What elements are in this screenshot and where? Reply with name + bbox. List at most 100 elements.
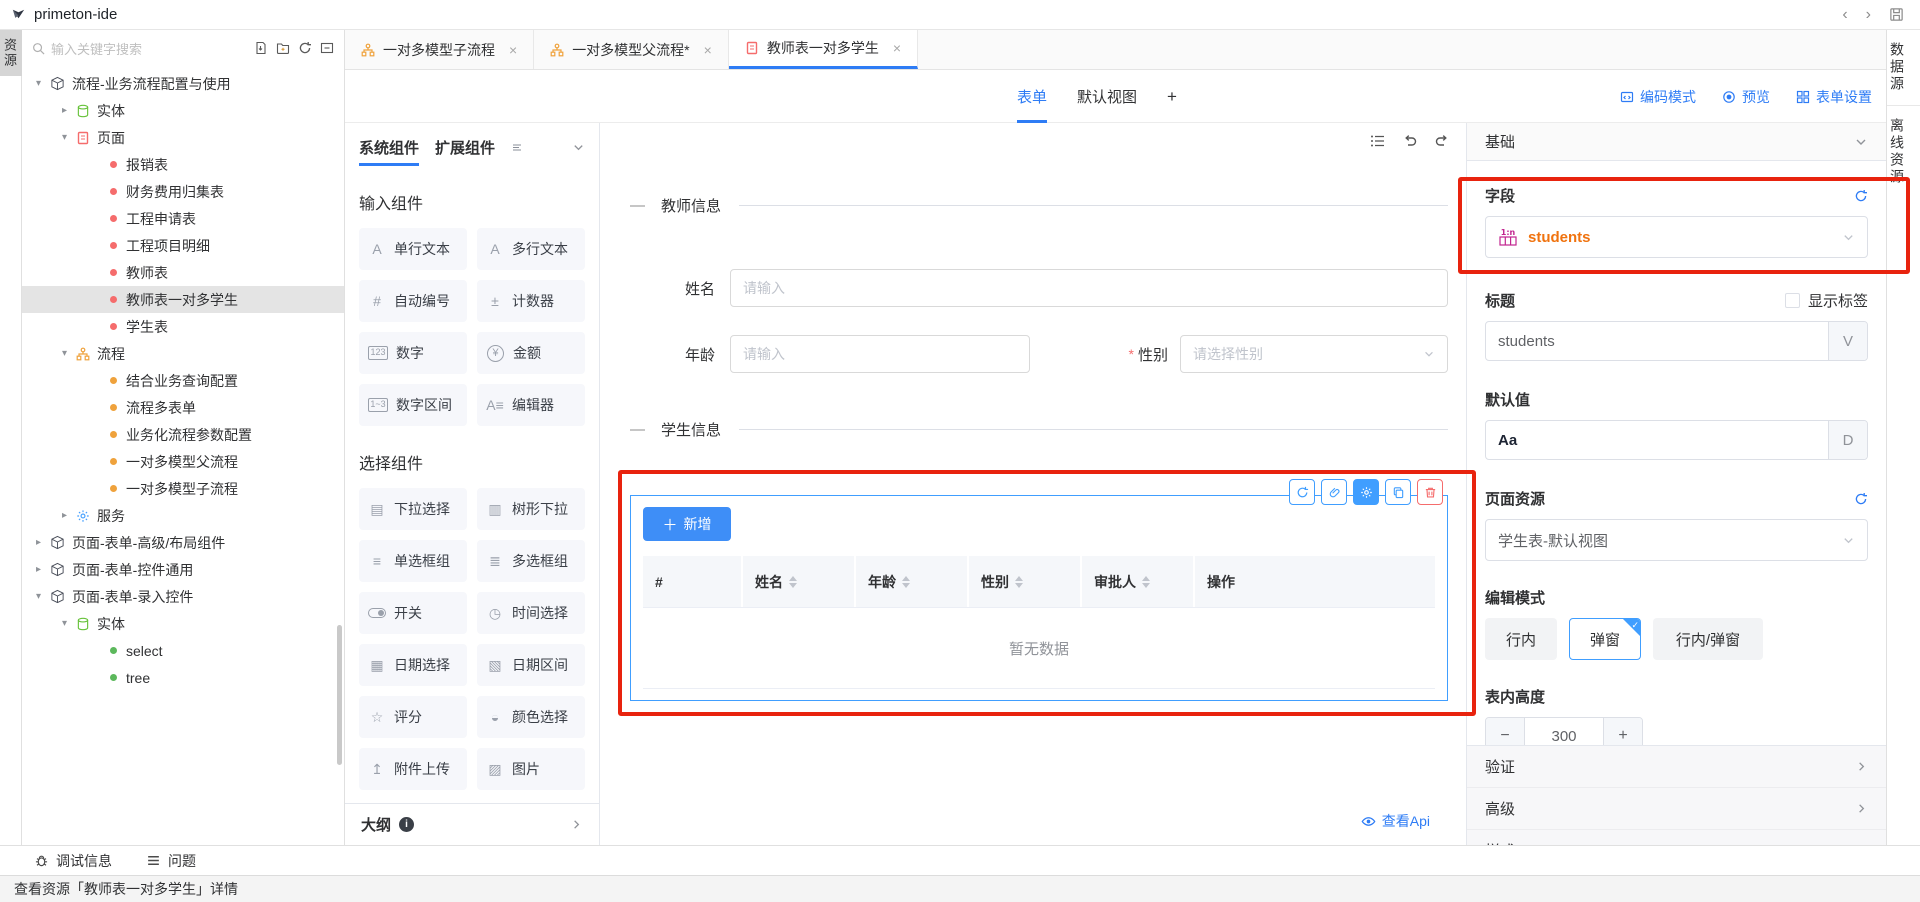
- show-label-checkbox[interactable]: 显示标签: [1785, 290, 1868, 311]
- add-view-button[interactable]: +: [1167, 70, 1177, 123]
- component-chip[interactable]: ☆评分: [359, 696, 467, 738]
- edit-mode-inline-popup[interactable]: 行内/弹窗: [1653, 618, 1763, 660]
- column-header[interactable]: 操作: [1195, 556, 1435, 607]
- component-chip[interactable]: ¥金额: [477, 332, 585, 374]
- column-header-sortable[interactable]: 性别: [969, 556, 1082, 607]
- component-chip[interactable]: 1~3数字区间: [359, 384, 467, 426]
- tree-item[interactable]: ▾流程-业务流程配置与使用: [22, 70, 344, 97]
- tree-item[interactable]: 一对多模型子流程: [22, 475, 344, 502]
- tree-item[interactable]: 财务费用归集表: [22, 178, 344, 205]
- collapse-all-icon[interactable]: [320, 41, 334, 55]
- component-chip[interactable]: ▧日期区间: [477, 644, 585, 686]
- component-chip[interactable]: A≡编辑器: [477, 384, 585, 426]
- new-file-icon[interactable]: [254, 41, 268, 55]
- tree-item[interactable]: 教师表: [22, 259, 344, 286]
- expand-arrow-icon[interactable]: ▸: [62, 510, 76, 521]
- refresh-icon[interactable]: [1854, 189, 1868, 203]
- tree-item[interactable]: ▸服务: [22, 502, 344, 529]
- sort-carets-icon[interactable]: [902, 576, 910, 588]
- nav-back-icon[interactable]: ‹: [1842, 7, 1847, 23]
- column-header-sortable[interactable]: 年龄: [856, 556, 969, 607]
- section-advanced[interactable]: 高级: [1467, 788, 1886, 830]
- tree-item[interactable]: select: [22, 637, 344, 664]
- tab-system-components[interactable]: 系统组件: [359, 128, 419, 166]
- field-select[interactable]: 1:n students: [1485, 216, 1868, 258]
- component-chip[interactable]: ▦日期选择: [359, 644, 467, 686]
- tree-item[interactable]: 业务化流程参数配置: [22, 421, 344, 448]
- tree-item[interactable]: 学生表: [22, 313, 344, 340]
- student-subtable-widget[interactable]: ＋ 新增 # 姓名 年龄 性别 审批人 操作 暂无数据: [630, 495, 1448, 701]
- component-chip[interactable]: 123数字: [359, 332, 467, 374]
- widget-sync-button[interactable]: [1289, 479, 1315, 505]
- component-chip[interactable]: ▤下拉选择: [359, 488, 467, 530]
- tree-item[interactable]: 报销表: [22, 151, 344, 178]
- tab-form[interactable]: 表单: [1017, 70, 1047, 123]
- basic-group-header[interactable]: 基础: [1467, 123, 1886, 161]
- component-chip[interactable]: ≣多选框组: [477, 540, 585, 582]
- component-chip[interactable]: A单行文本: [359, 228, 467, 270]
- widget-delete-button[interactable]: [1417, 479, 1443, 505]
- editor-tab[interactable]: 一对多模型父流程* ×: [534, 30, 729, 69]
- tree-item[interactable]: ▾实体: [22, 610, 344, 637]
- expand-arrow-icon[interactable]: ▸: [36, 564, 50, 575]
- tree-item[interactable]: 工程项目明细: [22, 232, 344, 259]
- component-chip[interactable]: A多行文本: [477, 228, 585, 270]
- edit-mode-inline[interactable]: 行内: [1485, 618, 1557, 660]
- default-suffix-button[interactable]: D: [1828, 421, 1867, 459]
- widget-link-button[interactable]: [1321, 479, 1347, 505]
- expand-arrow-icon[interactable]: ▾: [62, 132, 76, 143]
- component-chip[interactable]: ≡单选框组: [359, 540, 467, 582]
- sort-carets-icon[interactable]: [789, 576, 797, 588]
- tree-item[interactable]: 一对多模型父流程: [22, 448, 344, 475]
- widget-copy-button[interactable]: [1385, 479, 1411, 505]
- name-input[interactable]: 请输入: [730, 269, 1448, 307]
- expand-arrow-icon[interactable]: ▾: [62, 618, 76, 629]
- expand-arrow-icon[interactable]: ▾: [36, 78, 50, 89]
- column-header[interactable]: #: [643, 556, 743, 607]
- resources-strip-tab[interactable]: 资源: [0, 30, 22, 76]
- outline-list-icon[interactable]: [1370, 133, 1386, 149]
- column-header-sortable[interactable]: 审批人: [1082, 556, 1195, 607]
- section-style[interactable]: 样式: [1467, 830, 1886, 845]
- tree-item[interactable]: tree: [22, 664, 344, 691]
- component-chip[interactable]: ◷时间选择: [477, 592, 585, 634]
- redo-icon[interactable]: [1434, 133, 1450, 149]
- tab-extension-components[interactable]: 扩展组件: [435, 128, 495, 166]
- chevron-down-icon[interactable]: [572, 141, 585, 154]
- component-chip[interactable]: #自动编号: [359, 280, 467, 322]
- view-api-link[interactable]: 查看Api: [1361, 811, 1430, 831]
- expand-arrow-icon[interactable]: ▸: [36, 537, 50, 548]
- component-chip[interactable]: ◒颜色选择: [477, 696, 585, 738]
- tree-item-selected[interactable]: 教师表一对多学生: [22, 286, 344, 313]
- debug-info-button[interactable]: 调试信息: [34, 851, 112, 871]
- nav-forward-icon[interactable]: ›: [1866, 7, 1871, 23]
- widget-settings-button[interactable]: [1353, 479, 1379, 505]
- refresh-icon[interactable]: [1854, 492, 1868, 506]
- component-chip[interactable]: ±计数器: [477, 280, 585, 322]
- problems-button[interactable]: 问题: [146, 851, 196, 871]
- save-icon[interactable]: [1889, 7, 1904, 22]
- sort-carets-icon[interactable]: [1142, 576, 1150, 588]
- variable-suffix-button[interactable]: V: [1828, 322, 1867, 360]
- tab-default-view[interactable]: 默认视图: [1077, 70, 1137, 123]
- sort-carets-icon[interactable]: [1015, 576, 1023, 588]
- component-chip[interactable]: ▥树形下拉: [477, 488, 585, 530]
- expand-arrow-icon[interactable]: ▾: [36, 591, 50, 602]
- tree-item[interactable]: ▸页面-表单-控件通用: [22, 556, 344, 583]
- refresh-icon[interactable]: [298, 41, 312, 55]
- sidebar-scrollbar[interactable]: [337, 625, 342, 765]
- collapse-dash-icon[interactable]: —: [630, 197, 645, 214]
- datasource-strip-tab[interactable]: 数据源: [1887, 30, 1920, 106]
- tree-item[interactable]: ▸实体: [22, 97, 344, 124]
- component-chip[interactable]: 开关: [359, 592, 467, 634]
- close-tab-icon[interactable]: ×: [509, 42, 517, 58]
- close-tab-icon[interactable]: ×: [704, 42, 712, 58]
- tree-item[interactable]: 流程多表单: [22, 394, 344, 421]
- column-header-sortable[interactable]: 姓名: [743, 556, 856, 607]
- section-validation[interactable]: 验证: [1467, 746, 1886, 788]
- code-mode-button[interactable]: 编码模式: [1620, 87, 1696, 107]
- editor-tab-active[interactable]: 教师表一对多学生 ×: [729, 30, 918, 69]
- component-chip[interactable]: ↥附件上传: [359, 748, 467, 790]
- collapse-dash-icon[interactable]: —: [630, 421, 645, 438]
- title-input[interactable]: students V: [1485, 321, 1868, 361]
